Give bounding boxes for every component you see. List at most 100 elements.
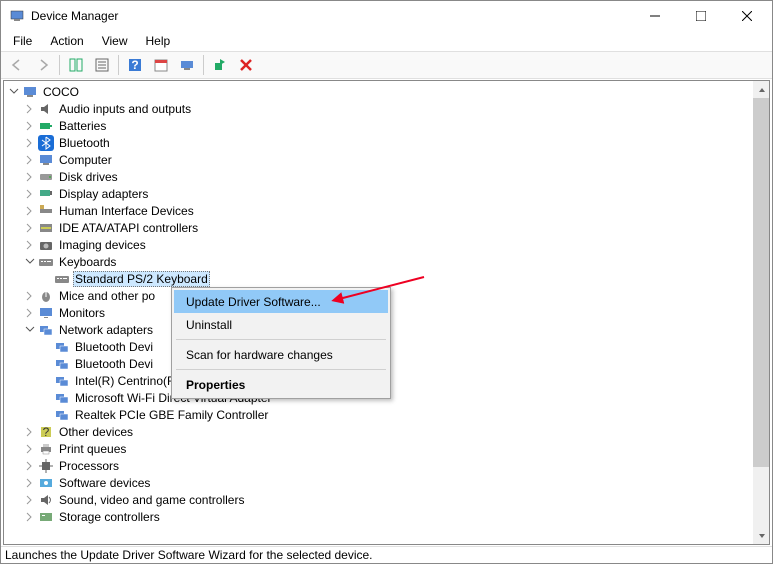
expand-icon[interactable] — [24, 137, 36, 149]
network-icon — [54, 407, 70, 423]
svg-text:?: ? — [131, 58, 138, 72]
vertical-scrollbar[interactable] — [753, 81, 770, 544]
tree-category-batteries[interactable]: Batteries — [4, 117, 769, 134]
menu-update-driver[interactable]: Update Driver Software... — [174, 290, 388, 313]
scroll-thumb[interactable] — [753, 98, 770, 467]
expand-icon[interactable] — [24, 443, 36, 455]
expand-icon[interactable] — [24, 222, 36, 234]
collapse-icon[interactable] — [24, 324, 36, 336]
expand-icon[interactable] — [24, 120, 36, 132]
expand-icon[interactable] — [24, 188, 36, 200]
toolbar-separator — [118, 55, 119, 75]
tree-label: Bluetooth Devi — [73, 339, 155, 355]
tree-label: Network adapters — [57, 322, 155, 338]
cpu-icon — [38, 458, 54, 474]
expand-icon[interactable] — [24, 171, 36, 183]
tree-label: Processors — [57, 458, 121, 474]
toolbar: ? — [1, 51, 772, 79]
network-icon — [54, 390, 70, 406]
computer-icon — [38, 152, 54, 168]
tree-category-imaging[interactable]: Imaging devices — [4, 236, 769, 253]
tree-category-audio[interactable]: Audio inputs and outputs — [4, 100, 769, 117]
scroll-down-arrow[interactable] — [753, 527, 770, 544]
tree-category-software[interactable]: Software devices — [4, 474, 769, 491]
scan-button[interactable] — [175, 53, 199, 77]
menu-file[interactable]: File — [5, 32, 40, 50]
menu-separator — [176, 339, 386, 340]
tree-category-storage[interactable]: Storage controllers — [4, 508, 769, 525]
tree-label: Imaging devices — [57, 237, 148, 253]
tree-category-sound[interactable]: Sound, video and game controllers — [4, 491, 769, 508]
close-button[interactable] — [724, 1, 770, 31]
expand-icon[interactable] — [24, 239, 36, 251]
expand-icon[interactable] — [24, 154, 36, 166]
tree-label: Human Interface Devices — [57, 203, 196, 219]
expand-icon[interactable] — [24, 307, 36, 319]
network-icon — [54, 356, 70, 372]
maximize-button[interactable] — [678, 1, 724, 31]
collapse-icon[interactable] — [24, 256, 36, 268]
expand-icon[interactable] — [24, 460, 36, 472]
menu-properties[interactable]: Properties — [174, 373, 388, 396]
tree-device-network[interactable]: Realtek PCIe GBE Family Controller — [4, 406, 769, 423]
tree-category-computer[interactable]: Computer — [4, 151, 769, 168]
menu-help[interactable]: Help — [138, 32, 179, 50]
expand-icon[interactable] — [24, 511, 36, 523]
scroll-up-arrow[interactable] — [753, 81, 770, 98]
tree-category-ide[interactable]: IDE ATA/ATAPI controllers — [4, 219, 769, 236]
tree-device-standard-keyboard[interactable]: Standard PS/2 Keyboard — [4, 270, 769, 287]
show-hide-tree-button[interactable] — [64, 53, 88, 77]
expand-icon[interactable] — [24, 103, 36, 115]
window-title: Device Manager — [31, 9, 118, 23]
tree-category-bluetooth[interactable]: Bluetooth — [4, 134, 769, 151]
tree-label: Computer — [57, 152, 114, 168]
menu-scan-hardware[interactable]: Scan for hardware changes — [174, 343, 388, 366]
enable-button[interactable] — [208, 53, 232, 77]
expand-icon[interactable] — [24, 494, 36, 506]
tree-label: Audio inputs and outputs — [57, 101, 193, 117]
forward-button[interactable] — [31, 53, 55, 77]
tree-label: IDE ATA/ATAPI controllers — [57, 220, 200, 236]
tree-category-keyboards[interactable]: Keyboards — [4, 253, 769, 270]
tree-label: Monitors — [57, 305, 107, 321]
help-button[interactable]: ? — [123, 53, 147, 77]
speaker-icon — [38, 492, 54, 508]
display-adapter-icon — [38, 186, 54, 202]
menu-action[interactable]: Action — [42, 32, 91, 50]
minimize-button[interactable] — [632, 1, 678, 31]
tree-category-disk[interactable]: Disk drives — [4, 168, 769, 185]
tree-label: Batteries — [57, 118, 108, 134]
properties-button[interactable] — [90, 53, 114, 77]
ide-icon — [38, 220, 54, 236]
collapse-icon[interactable] — [8, 86, 20, 98]
scroll-track[interactable] — [753, 98, 770, 527]
network-icon — [38, 322, 54, 338]
status-text: Launches the Update Driver Software Wiza… — [5, 548, 373, 562]
expand-icon[interactable] — [24, 426, 36, 438]
tree-root[interactable]: COCO — [4, 83, 769, 100]
menu-view[interactable]: View — [94, 32, 136, 50]
expand-icon[interactable] — [24, 477, 36, 489]
back-button[interactable] — [5, 53, 29, 77]
tree-label: Software devices — [57, 475, 152, 491]
tree-label: Bluetooth Devi — [73, 356, 155, 372]
tree-category-hid[interactable]: Human Interface Devices — [4, 202, 769, 219]
expand-icon[interactable] — [24, 205, 36, 217]
tree-label: COCO — [41, 84, 81, 100]
speaker-icon — [38, 101, 54, 117]
tree-category-display[interactable]: Display adapters — [4, 185, 769, 202]
expand-icon[interactable] — [24, 290, 36, 302]
calendar-button[interactable] — [149, 53, 173, 77]
uninstall-button[interactable] — [234, 53, 258, 77]
tree-category-processors[interactable]: Processors — [4, 457, 769, 474]
tree-category-print[interactable]: Print queues — [4, 440, 769, 457]
tree-label: Disk drives — [57, 169, 120, 185]
battery-icon — [38, 118, 54, 134]
software-icon — [38, 475, 54, 491]
svg-text:?: ? — [43, 425, 50, 439]
menu-uninstall[interactable]: Uninstall — [174, 313, 388, 336]
titlebar: Device Manager — [1, 1, 772, 31]
network-icon — [54, 339, 70, 355]
tree-category-other[interactable]: ?Other devices — [4, 423, 769, 440]
camera-icon — [38, 237, 54, 253]
